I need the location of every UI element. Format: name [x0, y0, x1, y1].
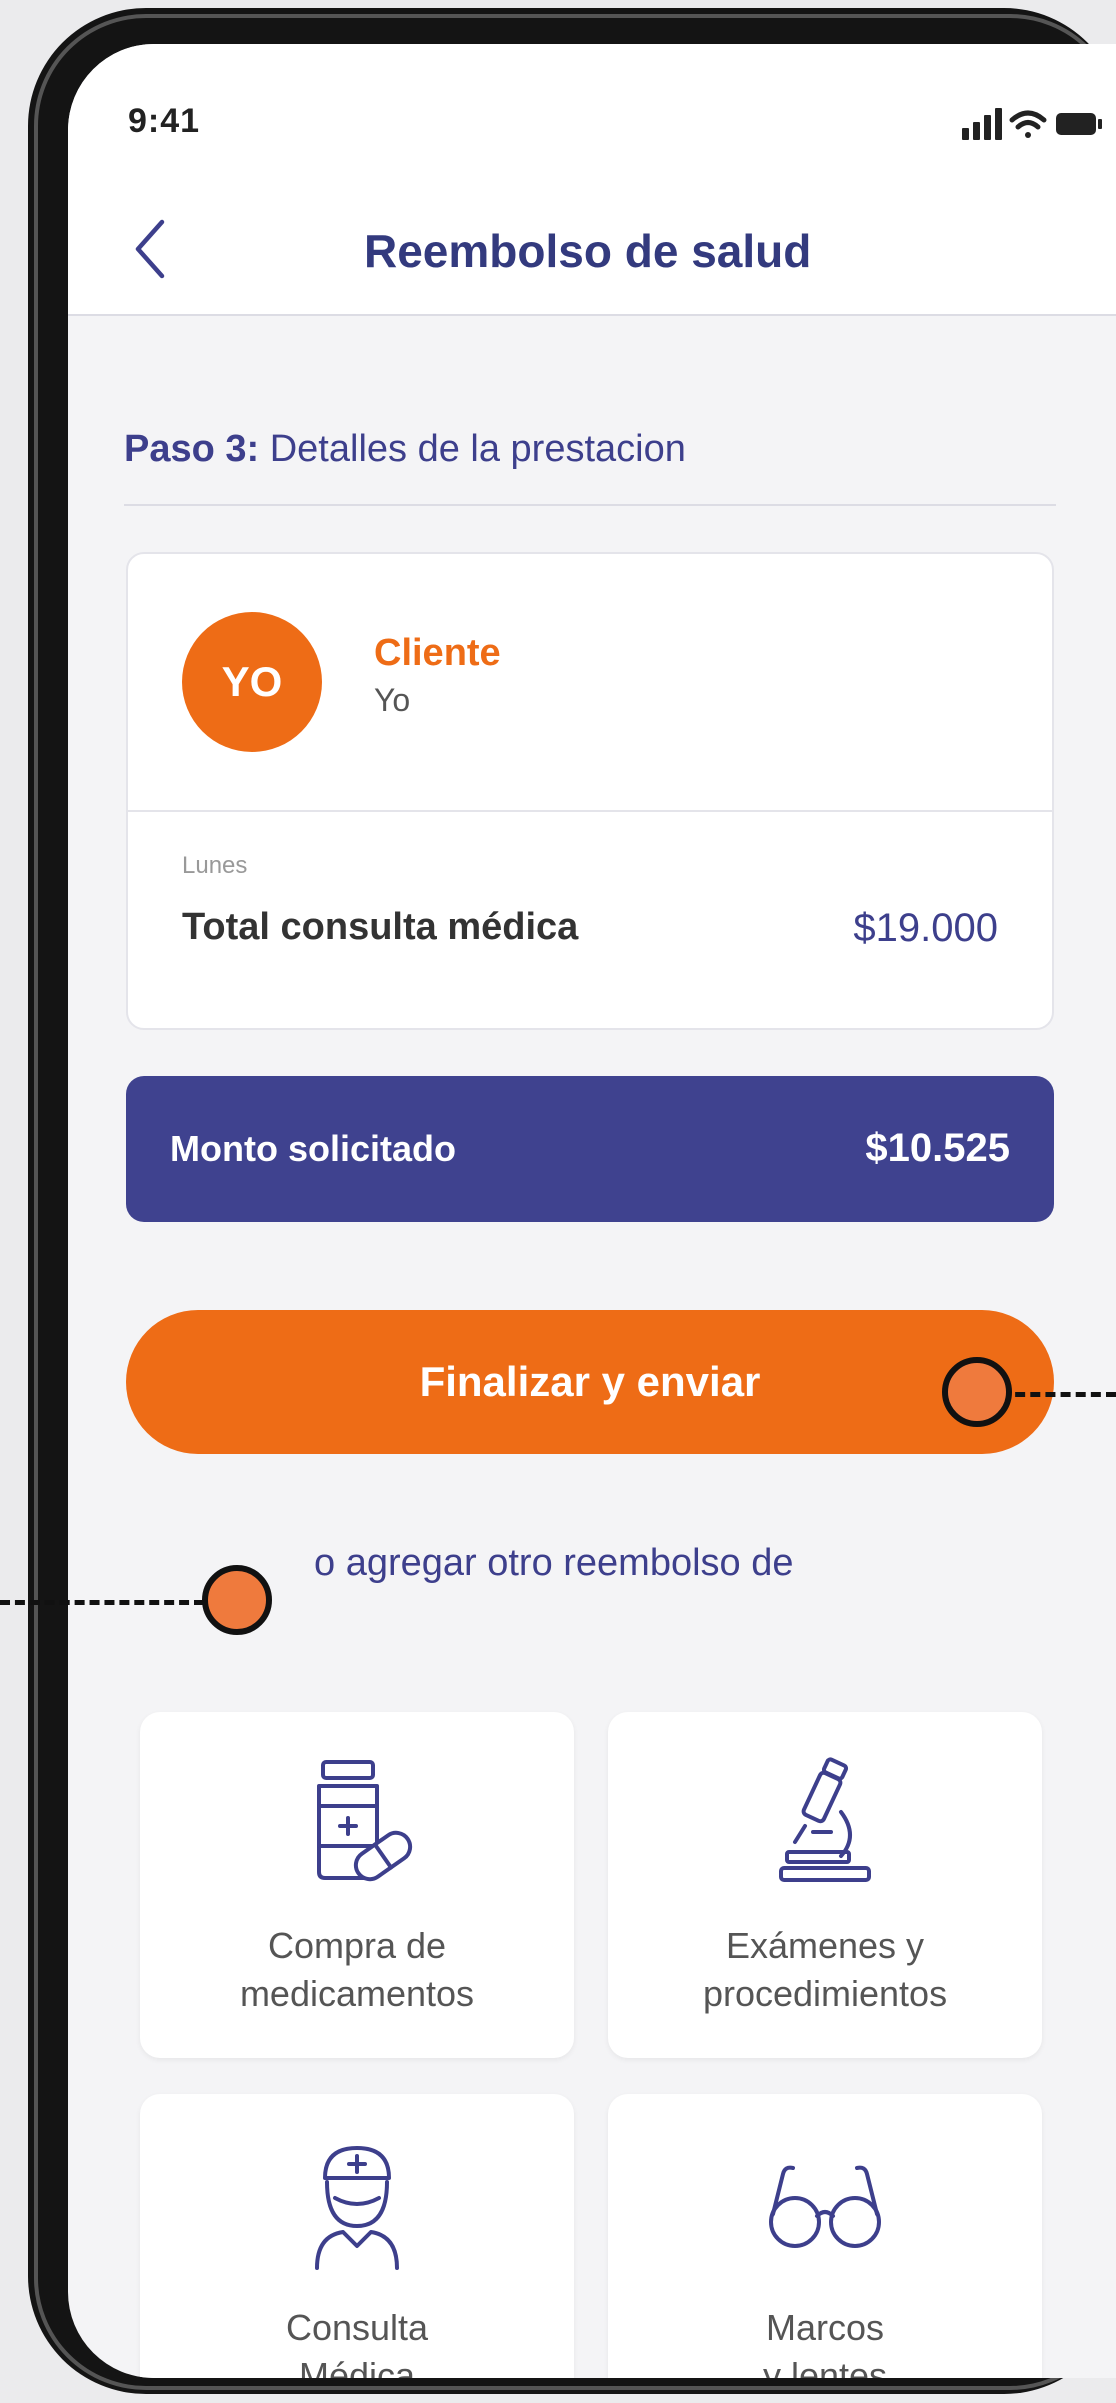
annotation-line-right	[1000, 1392, 1116, 1397]
day-label: Lunes	[182, 852, 248, 879]
signal-icon	[962, 108, 1002, 140]
category-glasses-tile[interactable]: Marcos y lentes	[608, 2094, 1042, 2378]
step-number: Paso 3:	[124, 428, 260, 470]
glasses-icon	[769, 2165, 881, 2248]
requested-value: $10.525	[865, 1126, 1010, 1170]
battery-icon	[1056, 113, 1102, 135]
page-title: Reembolso de salud	[364, 225, 812, 277]
total-value: $19.000	[853, 906, 998, 950]
add-other-reimbursement-text: o agregar otro reembolso de	[314, 1542, 794, 1584]
category-consultation-label: Consulta Médica	[285, 2307, 429, 2378]
category-exams-tile[interactable]: Exámenes y procedimientos	[608, 1712, 1042, 2058]
phone-screen: 9:41 Reembolso de salud Paso 3: Detalles…	[68, 44, 1116, 2378]
client-card: YO Cliente Yo Lunes Total consulta médic…	[126, 552, 1054, 1030]
card-divider	[128, 810, 1052, 812]
nav-bar: Reembolso de salud	[68, 194, 1116, 316]
chevron-left-icon[interactable]	[126, 214, 176, 284]
category-exams-label: Exámenes y procedimientos	[702, 1925, 948, 2014]
requested-amount-bar: Monto solicitado $10.525	[126, 1076, 1054, 1222]
category-medicine-label: Compra de medicamentos	[239, 1925, 475, 2014]
category-glasses-label: Marcos y lentes	[762, 2307, 888, 2378]
status-icons	[962, 108, 1102, 140]
finish-and-send-button[interactable]: Finalizar y enviar	[126, 1310, 1054, 1454]
client-name: Yo	[374, 682, 411, 718]
microscope-icon	[779, 1757, 871, 1882]
annotation-marker-button	[942, 1357, 1012, 1427]
total-label: Total consulta médica	[182, 906, 579, 948]
doctor-icon	[315, 2146, 399, 2270]
step-heading: Paso 3: Detalles de la prestacion	[124, 428, 686, 471]
avatar: YO	[182, 612, 322, 752]
annotation-marker-text	[202, 1565, 272, 1635]
medicine-bottle-icon	[317, 1760, 413, 1882]
category-medicine-tile[interactable]: Compra de medicamentos	[140, 1712, 574, 2058]
wifi-icon	[1009, 110, 1047, 138]
status-time: 9:41	[128, 102, 201, 140]
status-bar: 9:41	[68, 44, 1116, 194]
requested-label: Monto solicitado	[170, 1128, 456, 1169]
annotation-line-left	[0, 1600, 204, 1605]
client-label: Cliente	[374, 632, 501, 674]
step-title: Detalles de la prestacion	[269, 428, 686, 470]
category-consultation-tile[interactable]: Consulta Médica	[140, 2094, 574, 2378]
divider	[124, 504, 1056, 506]
